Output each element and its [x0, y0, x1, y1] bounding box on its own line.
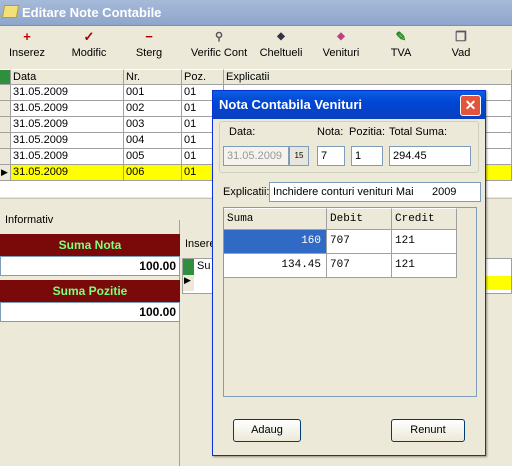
main-title-bar: Editare Note Contabile: [0, 0, 512, 26]
view-icon: ❐: [455, 29, 467, 44]
cell-data: 31.05.2009: [11, 85, 124, 101]
cell-nr: 004: [124, 133, 182, 149]
sterg-button[interactable]: − Sterg: [128, 27, 170, 67]
suma-pozitie-value: 100.00: [0, 302, 180, 322]
venituri-icon: ◆: [337, 31, 345, 42]
renunt-button[interactable]: Renunt: [391, 419, 465, 442]
cell-data: 31.05.2009: [11, 149, 124, 165]
app-icon: [1, 5, 20, 18]
data-field[interactable]: 31.05.2009: [223, 146, 289, 166]
col-suma[interactable]: Suma: [224, 208, 327, 230]
informativ-group: Informativ Suma Nota 100.00 Suma Pozitie…: [0, 214, 180, 466]
sume-table-header: Suma Debit Credit: [224, 208, 476, 230]
plus-icon: +: [23, 29, 31, 44]
cell-nr: 002: [124, 101, 182, 117]
informativ-label: Informativ: [5, 214, 54, 226]
window-title: Editare Note Contabile: [22, 5, 162, 20]
col-data[interactable]: Data: [11, 69, 124, 85]
col-explicatii[interactable]: Explicatii: [224, 69, 512, 85]
total-suma-label: Total Suma:: [389, 126, 448, 138]
suma-pozitie-label: Suma Pozitie: [0, 280, 180, 302]
inserez-button[interactable]: + Inserez: [4, 27, 50, 67]
cell-nr: 001: [124, 85, 182, 101]
cell-debit[interactable]: 707: [327, 254, 392, 278]
toolbar: + Inserez ✓ Modific − Sterg ⚲ Verific Co…: [0, 27, 512, 67]
pozitia-field[interactable]: 1: [351, 146, 383, 166]
pen-icon: ✎: [395, 29, 407, 44]
vad-button[interactable]: ❐ Vad: [446, 27, 476, 67]
cell-nr: 005: [124, 149, 182, 165]
cheltueli-icon: ◆: [277, 31, 285, 42]
tva-button[interactable]: ✎ TVA: [386, 27, 416, 67]
modific-button[interactable]: ✓ Modific: [64, 27, 114, 67]
row-pointer-icon: ▶: [0, 165, 11, 181]
dialog-title-bar[interactable]: Nota Contabila Venituri ✕: [213, 91, 485, 119]
col-debit[interactable]: Debit: [327, 208, 392, 230]
suma-nota-label: Suma Nota: [0, 234, 180, 256]
pozitia-label: Pozitia:: [349, 126, 386, 138]
verify-icon: ⚲: [214, 31, 224, 43]
explicatii-label: Explicatii:: [223, 186, 270, 198]
cell-data: 31.05.2009: [11, 117, 124, 133]
sume-table: Suma Debit Credit 160 707 121 134.45 707…: [223, 207, 477, 397]
cell-data: 31.05.2009: [11, 165, 124, 181]
cell-nr: 003: [124, 117, 182, 133]
calendar-icon[interactable]: 15: [289, 146, 309, 166]
nota-contabila-dialog: Nota Contabila Venituri ✕ Data: 31.05.20…: [212, 90, 486, 456]
adaug-button[interactable]: Adaug: [233, 419, 301, 442]
verific-cont-button[interactable]: ⚲ Verific Cont: [188, 27, 250, 67]
col-poz[interactable]: Poz.: [182, 69, 224, 85]
grid-header: Data Nr. Poz. Explicatii: [0, 69, 512, 85]
cell-debit[interactable]: 707: [327, 230, 392, 254]
nota-field[interactable]: 7: [317, 146, 345, 166]
row-pointer-icon: ▶: [183, 275, 194, 291]
cell-suma[interactable]: 160: [224, 230, 327, 254]
nota-label: Nota:: [317, 126, 344, 138]
table-row[interactable]: 134.45 707 121: [224, 254, 476, 278]
col-credit[interactable]: Credit: [392, 208, 457, 230]
cheltueli-button[interactable]: ◆ Cheltueli: [256, 27, 306, 67]
explicatii-field[interactable]: Inchidere conturi venituri Mai 2009: [269, 182, 481, 202]
positions-row-selected[interactable]: [483, 276, 511, 290]
check-icon: ✓: [83, 29, 95, 44]
data-label: Data:: [229, 126, 256, 138]
total-suma-field[interactable]: 294.45: [389, 146, 471, 166]
cell-credit[interactable]: 121: [392, 230, 457, 254]
minus-icon: −: [145, 29, 153, 44]
cell-credit[interactable]: 121: [392, 254, 457, 278]
grid-corner-icon: [183, 259, 194, 275]
cell-data: 31.05.2009: [11, 101, 124, 117]
venituri-button[interactable]: ◆ Venituri: [318, 27, 364, 67]
insert-label[interactable]: Insere: [185, 238, 216, 250]
suma-nota-value: 100.00: [0, 256, 180, 276]
table-row[interactable]: 160 707 121: [224, 230, 476, 254]
close-icon[interactable]: ✕: [460, 95, 481, 116]
cell-data: 31.05.2009: [11, 133, 124, 149]
cell-suma[interactable]: 134.45: [224, 254, 327, 278]
col-su[interactable]: Su: [197, 260, 210, 272]
dialog-title: Nota Contabila Venituri: [219, 97, 363, 112]
col-nr[interactable]: Nr.: [124, 69, 182, 85]
cell-nr: 006: [124, 165, 182, 181]
grid-corner-icon: [0, 69, 11, 85]
